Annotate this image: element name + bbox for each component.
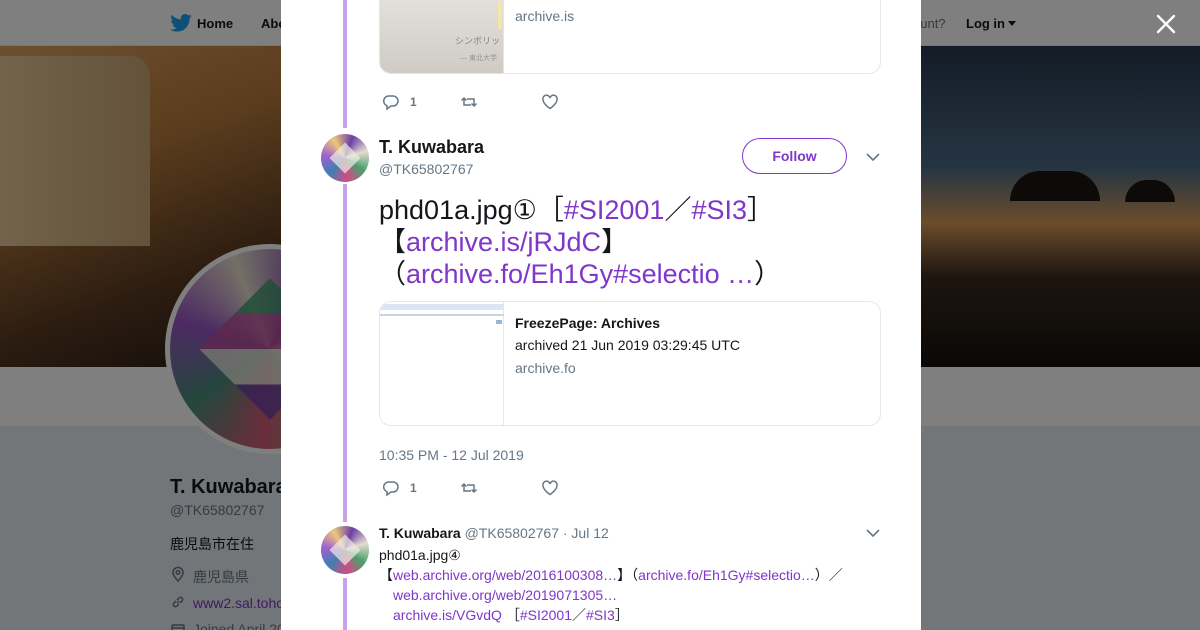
- like-button[interactable]: [541, 478, 559, 498]
- thumbnail-text: シンボリッ: [455, 36, 501, 46]
- tweet-timestamp[interactable]: 10:35 PM - 12 Jul 2019: [379, 447, 524, 463]
- card-thumbnail: シンボリッ — 東北大学: [380, 0, 504, 73]
- reply-count: 1: [410, 481, 417, 495]
- hashtag-link[interactable]: #SI2001: [564, 195, 665, 225]
- tweet-author-name[interactable]: T. Kuwabara: [379, 137, 484, 158]
- tweet-text: phd01a.jpg①［#SI2001／#SI3］ 【archive.is/jR…: [379, 194, 789, 290]
- url-link[interactable]: web.archive.org/web/2019071305…: [393, 587, 617, 603]
- thumbnail-mark: [498, 1, 502, 29]
- tweet-avatar[interactable]: [321, 134, 369, 182]
- like-icon: [542, 94, 558, 110]
- text-segment: ］: [746, 195, 774, 225]
- url-link[interactable]: archive.is/jRJdC: [406, 227, 601, 257]
- text-segment: ］: [614, 607, 629, 623]
- thumbnail-bar: [380, 304, 504, 310]
- card-description: archived 21 Jun 2019 03:29:45 UTC: [515, 337, 740, 353]
- text-line: 【web.archive.org/web/2016100308…】（archiv…: [379, 565, 859, 585]
- text-segment: ／: [664, 195, 692, 225]
- text-segment: 【: [379, 227, 406, 257]
- card-domain: archive.is: [515, 8, 575, 24]
- text-segment: ［: [505, 607, 520, 623]
- url-link[interactable]: web.archive.org/web/2016100308…: [393, 567, 617, 583]
- url-link[interactable]: archive.is/VGvdQ: [393, 607, 502, 623]
- text-segment: 【: [379, 567, 393, 583]
- chevron-down-icon[interactable]: [866, 528, 880, 538]
- tweet-date[interactable]: · Jul 12: [563, 525, 609, 541]
- text-segment: ／: [572, 607, 586, 623]
- card-thumbnail: [380, 302, 504, 425]
- thread-line: [343, 578, 347, 630]
- tweet-avatar[interactable]: [321, 526, 369, 574]
- thread-line: [343, 184, 347, 522]
- url-link[interactable]: archive.fo/Eh1Gy#selectio…: [638, 567, 815, 583]
- text-segment: （: [379, 259, 406, 289]
- hashtag-link[interactable]: #SI2001: [520, 607, 572, 623]
- reply-icon: [382, 95, 399, 111]
- text-segment: ）／: [814, 567, 843, 583]
- thumbnail-subtext: — 東北大学: [460, 55, 497, 62]
- link-card[interactable]: シンボリッ — 東北大学 archive.is: [379, 0, 881, 74]
- text-segment: 】（: [617, 567, 639, 583]
- like-icon: [542, 480, 558, 496]
- tweet-author-handle[interactable]: @TK65802767: [465, 525, 559, 541]
- reply-icon: [382, 481, 399, 497]
- hashtag-link[interactable]: #SI3: [586, 607, 615, 623]
- avatar-pattern: [329, 534, 361, 566]
- tweet-header: T. Kuwabara @TK65802767 · Jul 12: [379, 525, 609, 541]
- chevron-down-icon[interactable]: [866, 152, 880, 162]
- close-icon[interactable]: [1154, 12, 1178, 36]
- text-segment: 】: [601, 227, 629, 257]
- text-segment: phd01a.jpg①［: [379, 195, 564, 225]
- hashtag-link[interactable]: #SI3: [691, 195, 747, 225]
- reply-button[interactable]: 1: [382, 478, 417, 498]
- text-line: phd01a.jpg④: [379, 547, 461, 563]
- reply-button[interactable]: 1: [382, 92, 417, 112]
- text-segment: ）: [754, 259, 782, 289]
- thread-line: [343, 0, 347, 128]
- retweet-button[interactable]: [460, 478, 478, 498]
- tweet-text: phd01a.jpg④ 【web.archive.org/web/2016100…: [379, 545, 859, 625]
- tweet-author-handle[interactable]: @TK65802767: [379, 161, 473, 177]
- thumbnail-line: [380, 314, 504, 316]
- text-line: archive.is/VGvdQ ［#SI2001／#SI3］: [379, 605, 859, 625]
- text-line: web.archive.org/web/2019071305…: [379, 585, 859, 605]
- avatar-pattern: [329, 142, 361, 174]
- follow-button[interactable]: Follow: [742, 138, 847, 174]
- card-domain: archive.fo: [515, 360, 576, 376]
- like-button[interactable]: [541, 92, 559, 112]
- retweet-icon: [460, 482, 478, 494]
- reply-count: 1: [410, 95, 417, 109]
- link-card[interactable]: FreezePage: Archives archived 21 Jun 201…: [379, 301, 881, 426]
- thumbnail-dot: [496, 320, 502, 324]
- url-link[interactable]: archive.fo/Eh1Gy#selectio …: [406, 259, 754, 289]
- tweet-modal: シンボリッ — 東北大学 archive.is 1 T. Kuwabara @T…: [281, 0, 921, 630]
- card-title: FreezePage: Archives: [515, 315, 660, 331]
- retweet-button[interactable]: [460, 92, 478, 112]
- tweet-author-name[interactable]: T. Kuwabara: [379, 525, 461, 541]
- retweet-icon: [460, 96, 478, 108]
